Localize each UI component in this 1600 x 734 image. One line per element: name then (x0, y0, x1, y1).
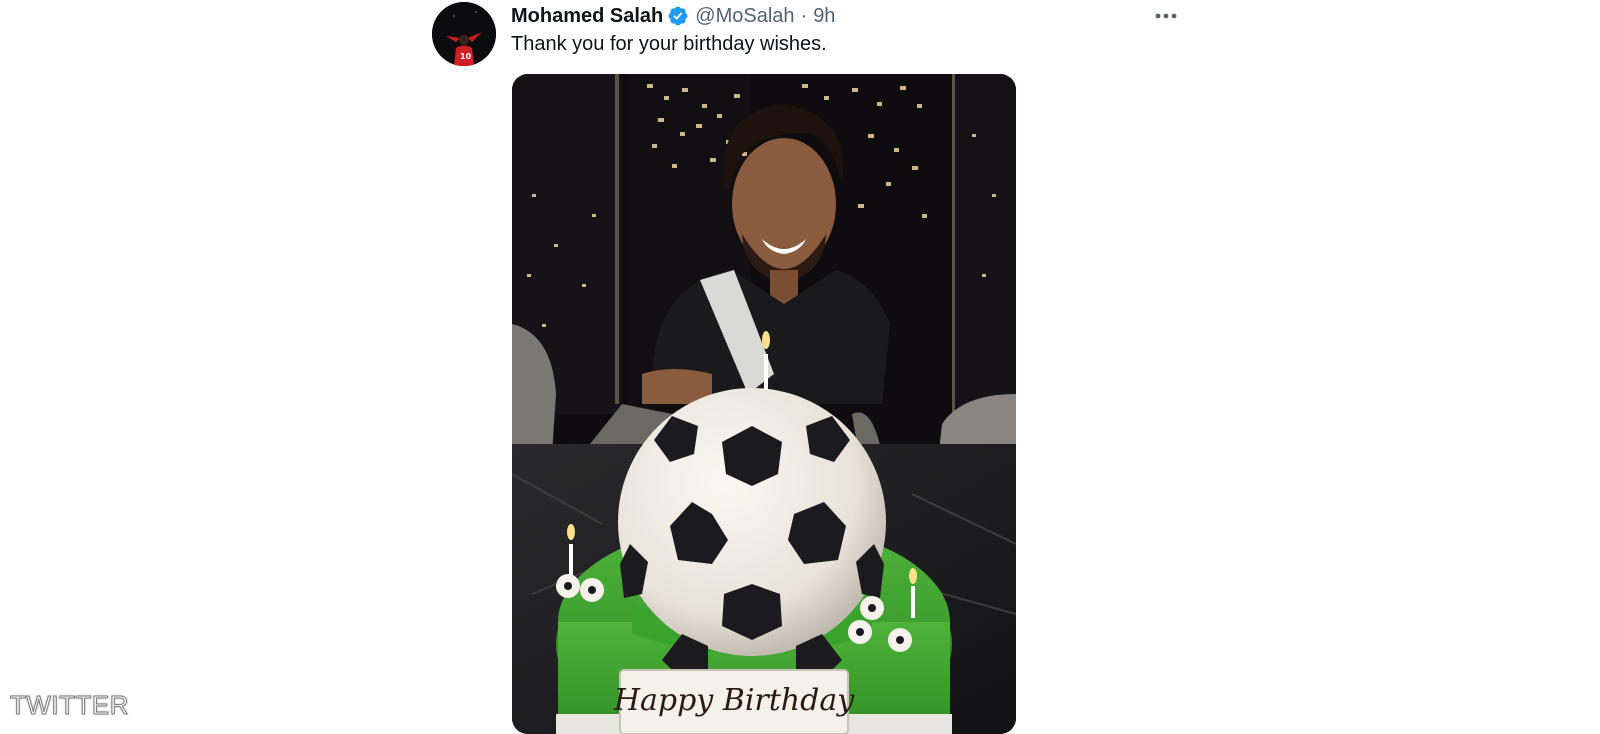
tweet-timestamp[interactable]: 9h (813, 5, 835, 28)
source-watermark: TWITTER (9, 690, 130, 721)
tweet-header: Mohamed Salah @MoSalah · 9h (511, 3, 835, 29)
birthday-cake-photo: Happy Birthday (512, 74, 1016, 734)
author-handle[interactable]: @MoSalah (695, 5, 794, 28)
author-name[interactable]: Mohamed Salah (511, 5, 663, 28)
svg-text:10: 10 (460, 52, 472, 61)
tweet-media-photo[interactable]: Happy Birthday (512, 74, 1016, 734)
tweet-card: 10 Mohamed Salah @MoSalah · 9h Thank you… (0, 0, 1600, 734)
tweet-text: Thank you for your birthday wishes. (511, 33, 827, 55)
more-options-button[interactable] (1148, 4, 1184, 28)
verified-badge-icon (668, 6, 688, 26)
cake-label: Happy Birthday (613, 683, 855, 718)
more-horizontal-icon (1155, 13, 1177, 19)
separator-dot: · (800, 4, 808, 27)
author-avatar[interactable]: 10 (432, 2, 496, 66)
avatar-image: 10 (432, 2, 496, 66)
